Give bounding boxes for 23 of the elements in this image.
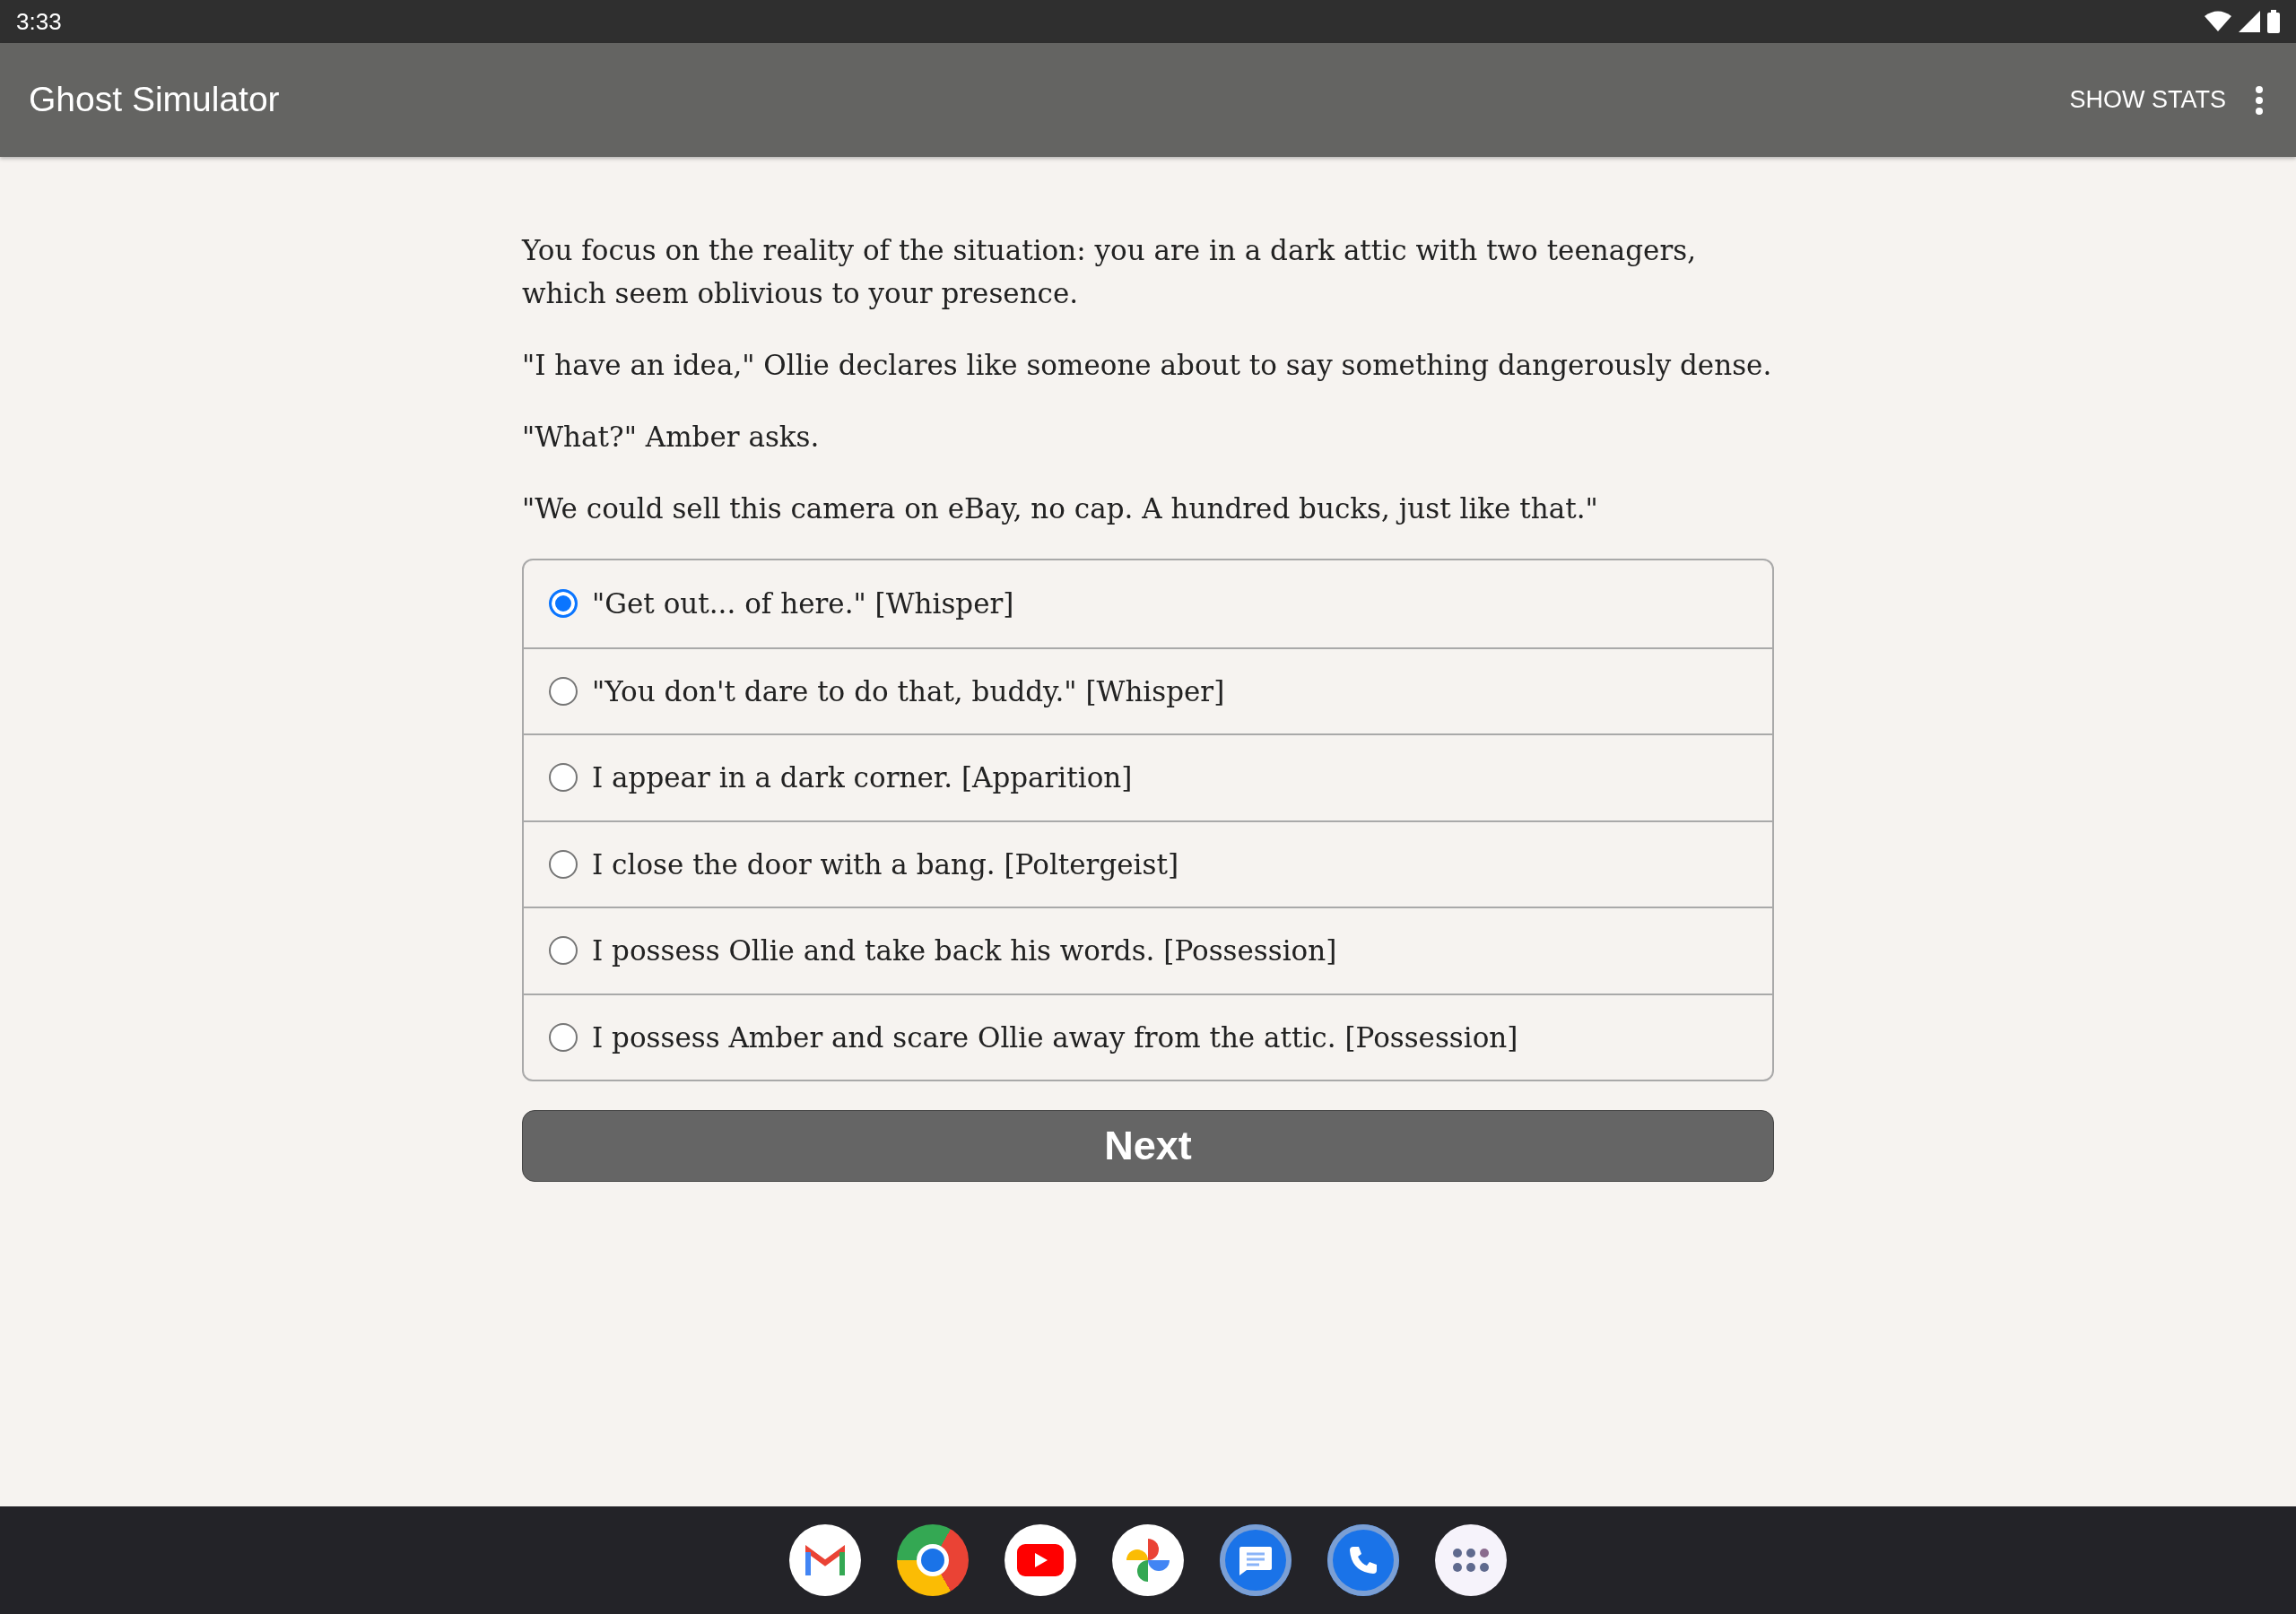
status-time: 3:33 bbox=[16, 6, 62, 37]
choice-label[interactable]: I possess Ollie and take back his words. [Possession] bbox=[592, 930, 1337, 972]
choice-label[interactable]: "You don't dare to do that, buddy." [Whisper] bbox=[592, 670, 1225, 712]
story-paragraph: You focus on the reality of the situation: you are in a dark attic with two teenagers, which seem oblivious to your presence. bbox=[522, 233, 1697, 311]
story-paragraph: "I have an idea," Ollie declares like someone about to say something dangerously dense. bbox=[522, 348, 1773, 383]
battery-icon bbox=[2267, 10, 2280, 33]
choice-label[interactable]: I appear in a dark corner. [Apparition] bbox=[592, 757, 1133, 799]
choice-label[interactable]: I possess Amber and scare Ollie away from the attic. [Possession] bbox=[592, 1016, 1518, 1058]
next-button[interactable]: Next bbox=[522, 1110, 1774, 1182]
radio-button[interactable] bbox=[549, 763, 578, 793]
radio-button[interactable] bbox=[549, 936, 578, 966]
choice-label[interactable]: "Get out... of here." [Whisper] bbox=[592, 583, 1014, 625]
radio-button[interactable] bbox=[549, 589, 578, 619]
app-title: Ghost Simulator bbox=[29, 79, 280, 121]
radio-button[interactable] bbox=[549, 849, 578, 879]
radio-button[interactable] bbox=[549, 1022, 578, 1052]
show-stats-button[interactable]: SHOW STATS bbox=[2058, 74, 2237, 126]
wifi-icon bbox=[2205, 11, 2231, 32]
story-paragraph: "What?" Amber asks. bbox=[522, 420, 821, 455]
story-paragraph: "We could sell this camera on eBay, no cap. A hundred bucks, just like that." bbox=[522, 491, 1599, 526]
signal-icon bbox=[2239, 11, 2260, 32]
choice-label[interactable]: I close the door with a bang. [Poltergeist] bbox=[592, 843, 1178, 885]
radio-button[interactable] bbox=[549, 676, 578, 706]
